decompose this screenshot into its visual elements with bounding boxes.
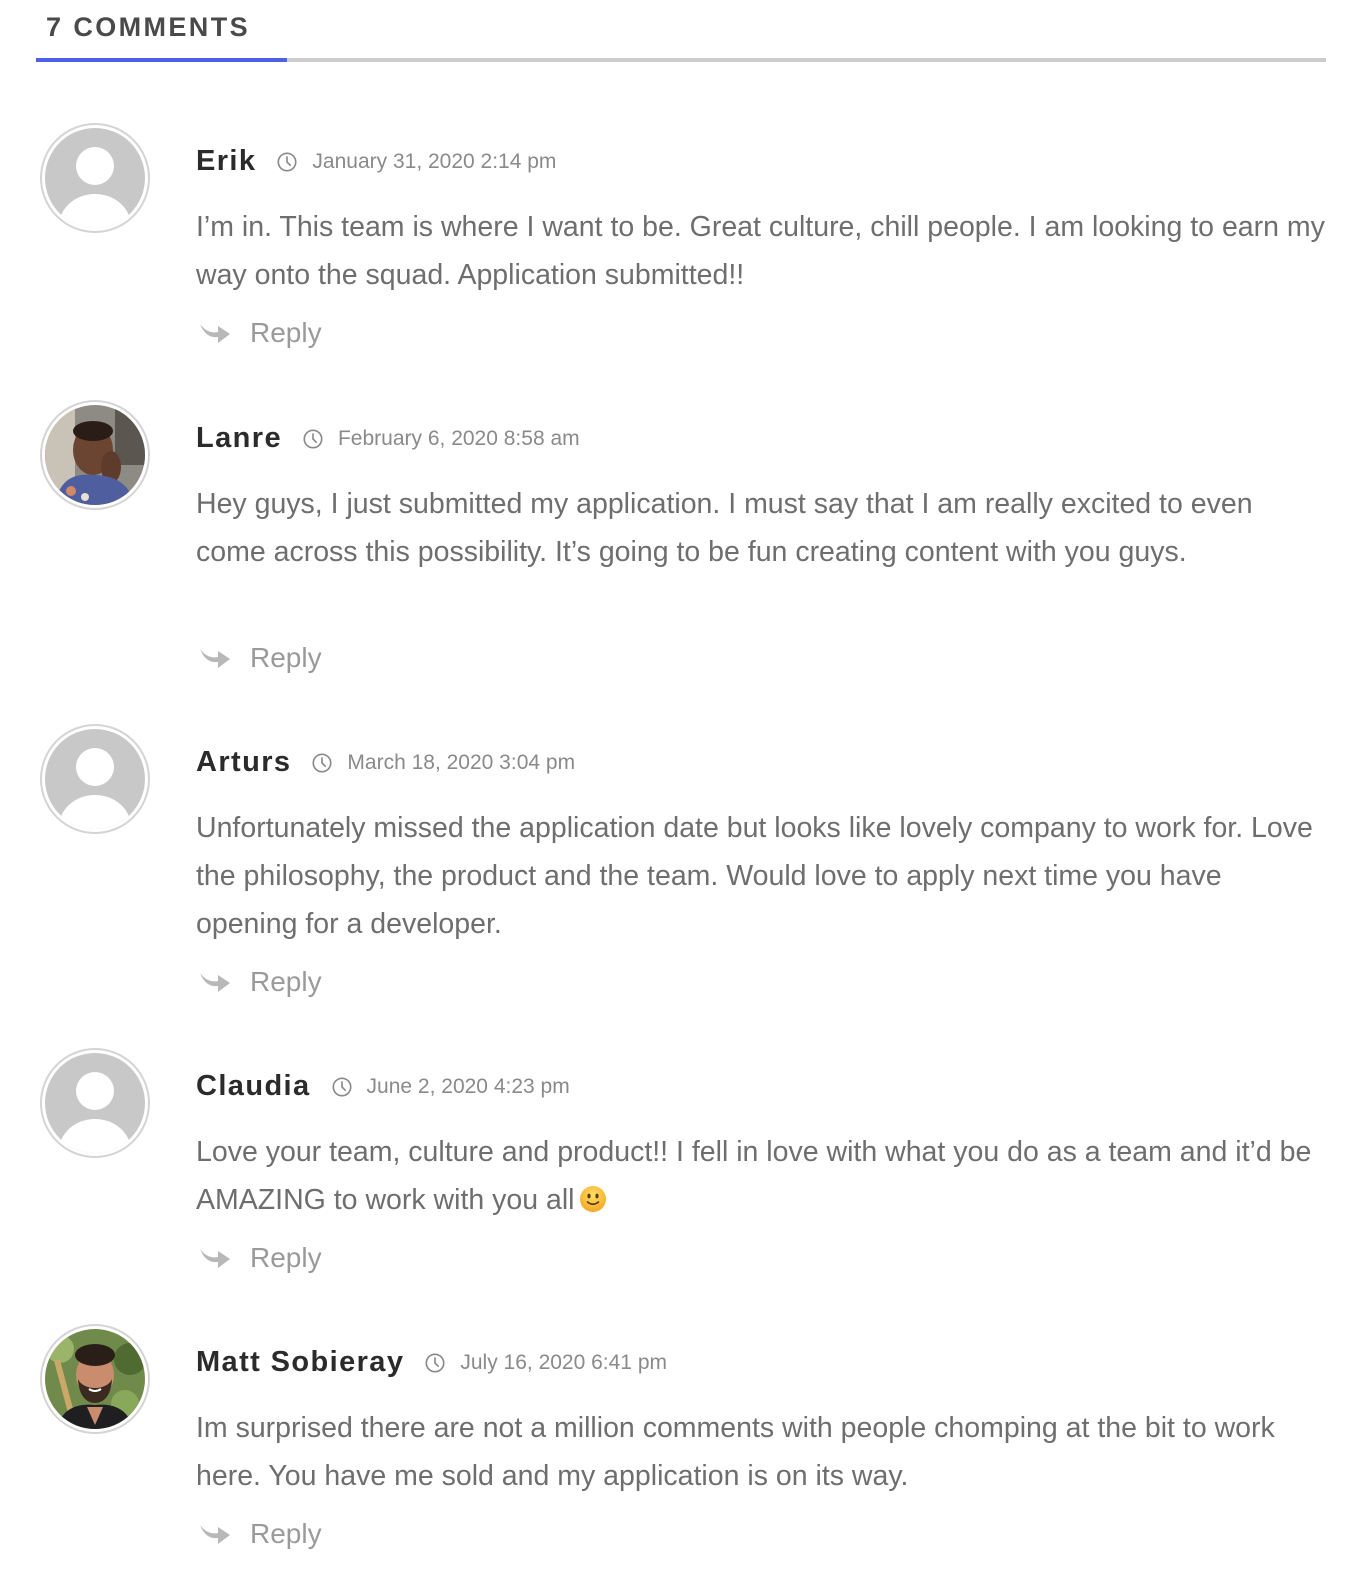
avatar: [40, 400, 150, 510]
comment-author[interactable]: Erik: [196, 145, 256, 178]
comment-author[interactable]: Matt Sobieray: [196, 1346, 404, 1379]
comment-text: Love your team, culture and product!! I …: [196, 1136, 1312, 1216]
comment-text-container: Love your team, culture and product!! I …: [196, 1128, 1326, 1224]
reply-arrow-icon: [198, 641, 250, 674]
default-avatar-icon: [45, 729, 145, 829]
comment-date[interactable]: July 16, 2020 6:41 pm: [460, 1351, 667, 1375]
clock-icon: [424, 1352, 446, 1374]
comment-author[interactable]: Lanre: [196, 422, 282, 455]
comment-text: Im surprised there are not a million com…: [196, 1412, 1275, 1492]
default-avatar-icon: [45, 1053, 145, 1153]
user-photo-icon: [45, 405, 145, 505]
avatar: [40, 1324, 150, 1434]
comment-meta: Lanre February 6, 2020 8:58 am: [196, 422, 580, 455]
reply-label: Reply: [250, 316, 322, 348]
clock-icon: [311, 752, 333, 774]
comment-author[interactable]: Claudia: [196, 1070, 311, 1103]
comment-text: Hey guys, I just submitted my applicatio…: [196, 488, 1253, 568]
comment-meta: Claudia June 2, 2020 4:23 pm: [196, 1070, 570, 1103]
comment-meta: Erik January 31, 2020 2:14 pm: [196, 145, 556, 178]
comment-date[interactable]: January 31, 2020 2:14 pm: [312, 150, 556, 174]
reply-label: Reply: [250, 1517, 322, 1549]
avatar: [40, 724, 150, 834]
comments-count-title: 7 COMMENTS: [46, 12, 251, 42]
reply-label: Reply: [250, 641, 322, 673]
clock-icon: [331, 1076, 353, 1098]
reply-label: Reply: [250, 965, 322, 997]
comment-date[interactable]: February 6, 2020 8:58 am: [338, 427, 580, 451]
user-photo-icon: [45, 1329, 145, 1429]
reply-label: Reply: [250, 1241, 322, 1273]
reply-button[interactable]: Reply: [198, 1517, 322, 1550]
slightly-smiling-face-icon: [579, 1180, 607, 1212]
reply-arrow-icon: [198, 1517, 250, 1550]
clock-icon: [276, 151, 298, 173]
avatar: [40, 123, 150, 233]
avatar: [40, 1048, 150, 1158]
reply-arrow-icon: [198, 965, 250, 998]
reply-button[interactable]: Reply: [198, 965, 322, 998]
comment-text: Unfortunately missed the application dat…: [196, 812, 1313, 940]
comment-text: I’m in. This team is where I want to be.…: [196, 211, 1325, 291]
reply-button[interactable]: Reply: [198, 316, 322, 349]
reply-button[interactable]: Reply: [198, 1241, 322, 1274]
reply-arrow-icon: [198, 316, 250, 349]
clock-icon: [302, 428, 324, 450]
reply-button[interactable]: Reply: [198, 641, 322, 674]
comment-date[interactable]: March 18, 2020 3:04 pm: [347, 751, 575, 775]
comment-author[interactable]: Arturs: [196, 746, 291, 779]
comment-meta: Arturs March 18, 2020 3:04 pm: [196, 746, 575, 779]
reply-arrow-icon: [198, 1241, 250, 1274]
comment-date[interactable]: June 2, 2020 4:23 pm: [367, 1075, 570, 1099]
comment-meta: Matt Sobieray July 16, 2020 6:41 pm: [196, 1346, 667, 1379]
header-divider-accent: [36, 58, 287, 62]
default-avatar-icon: [45, 128, 145, 228]
comments-header: 7 COMMENTS: [36, 0, 1326, 64]
